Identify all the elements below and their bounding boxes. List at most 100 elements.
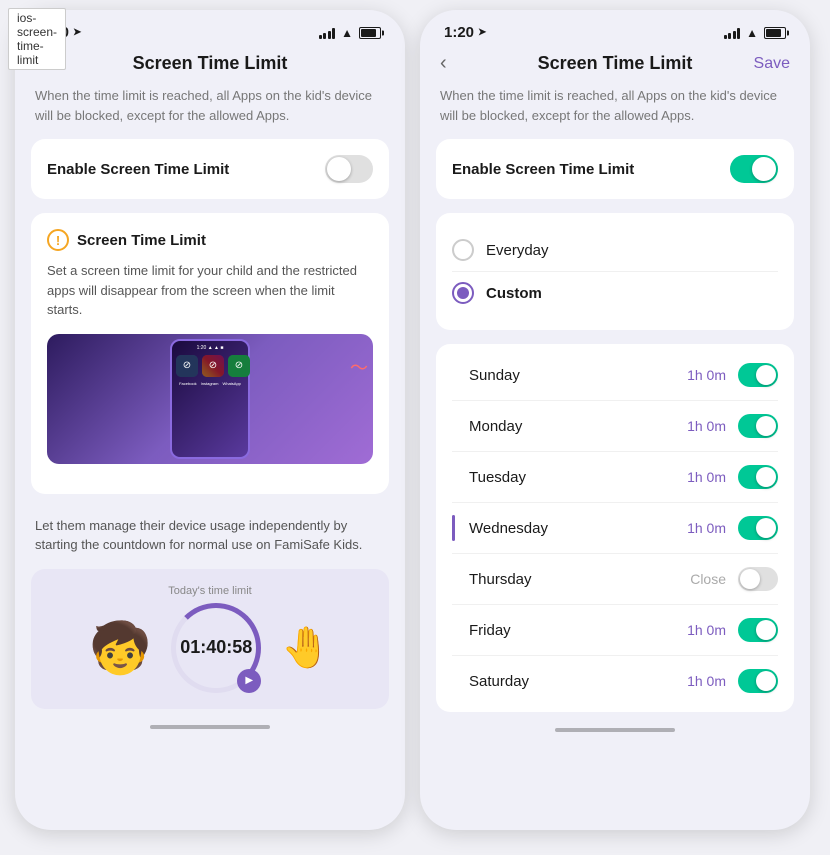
timer-display: 🧒 01:40:58 ▶ 🤚 [89, 603, 331, 693]
monday-indicator [452, 413, 455, 439]
timer-value: 01:40:58 [180, 637, 252, 659]
thursday-indicator [452, 566, 455, 592]
slash-overlay-facebook: ⊘ [176, 355, 198, 377]
sunday-indicator [452, 362, 455, 388]
custom-radio-dot [457, 287, 469, 299]
wednesday-time: 1h 0m [687, 520, 726, 536]
table-row: Saturday 1h 0m [452, 656, 778, 706]
wednesday-label: Wednesday [469, 520, 687, 537]
right-toggle-label: Enable Screen Time Limit [452, 161, 634, 178]
friday-indicator [452, 617, 455, 643]
table-row: Tuesday 1h 0m [452, 452, 778, 502]
right-status-time: 1:20 ➤ [444, 24, 486, 41]
tuesday-label: Tuesday [469, 469, 687, 486]
tuesday-indicator [452, 464, 455, 490]
right-signal-bars-icon [724, 27, 741, 39]
left-nav-bar: ‹ Screen Time Limit [15, 47, 405, 84]
friday-time: 1h 0m [687, 622, 726, 638]
right-nav-title: Screen Time Limit [538, 53, 693, 74]
thursday-label: Thursday [469, 571, 690, 588]
whatsapp-icon: ⊘ [228, 355, 250, 377]
right-toggle-card: Enable Screen Time Limit [436, 139, 794, 199]
saturday-toggle[interactable] [738, 669, 778, 693]
monday-time: 1h 0m [687, 418, 726, 434]
saturday-label: Saturday [469, 673, 687, 690]
right-enable-toggle[interactable] [730, 155, 778, 183]
schedule-type-card: Everyday Custom [436, 213, 794, 330]
left-info-title-row: ! Screen Time Limit [47, 229, 373, 251]
everyday-radio-row[interactable]: Everyday [452, 229, 778, 271]
squiggle-decoration: 〜 [350, 354, 368, 380]
right-description: When the time limit is reached, all Apps… [420, 84, 810, 139]
table-row: Monday 1h 0m [452, 401, 778, 451]
phone-mockup: 1:20 ▲ ▲ ■ ⊘ ⊘ ⊘ FacebookInstagramW [47, 334, 373, 464]
phone-inner: 1:20 ▲ ▲ ■ ⊘ ⊘ ⊘ FacebookInstagramW [170, 339, 250, 459]
sunday-toggle[interactable] [738, 363, 778, 387]
monday-label: Monday [469, 418, 687, 435]
custom-radio-circle[interactable] [452, 282, 474, 304]
right-battery-icon [764, 27, 786, 39]
table-row: Thursday Close [452, 554, 778, 604]
right-phone: 1:20 ➤ ▲ ‹ Screen Time Limit Save When t… [420, 10, 815, 840]
left-status-icons: ▲ [319, 26, 381, 40]
timer-circle: 01:40:58 ▶ [171, 603, 261, 693]
timer-play-button[interactable]: ▶ [237, 669, 261, 693]
left-status-bar: 1:20 ➤ ▲ [15, 10, 405, 47]
left-info-text: Set a screen time limit for your child a… [47, 261, 373, 320]
right-save-button[interactable]: Save [754, 55, 790, 73]
left-home-indicator [150, 725, 270, 729]
left-phone: 1:20 ➤ ▲ ‹ Screen Time Limit When the ti… [15, 10, 410, 840]
table-row: Wednesday 1h 0m [452, 503, 778, 553]
wifi-icon: ▲ [341, 26, 353, 40]
instagram-icon: ⊘ [202, 355, 224, 377]
location-arrow-icon: ➤ [73, 27, 81, 38]
app-icons-grid: ⊘ ⊘ ⊘ [176, 355, 244, 377]
timer-section: Today's time limit 🧒 01:40:58 ▶ 🤚 [31, 569, 389, 709]
page-tag: ios-screen-time-limit [8, 8, 66, 70]
right-home-indicator [555, 728, 675, 732]
phone-inner-status: 1:20 ▲ ▲ ■ [176, 345, 244, 351]
table-row: Sunday 1h 0m [452, 350, 778, 400]
left-toggle-label: Enable Screen Time Limit [47, 161, 229, 178]
signal-bars-icon [319, 27, 336, 39]
everyday-radio-circle[interactable] [452, 239, 474, 261]
child-figure-icon: 🧒 [89, 623, 151, 673]
sunday-time: 1h 0m [687, 367, 726, 383]
slash-overlay-whatsapp: ⊘ [228, 355, 250, 377]
right-location-arrow-icon: ➤ [478, 27, 486, 38]
right-nav-bar: ‹ Screen Time Limit Save [420, 47, 810, 84]
timer-label: Today's time limit [168, 585, 251, 597]
everyday-label: Everyday [486, 242, 549, 259]
days-card: Sunday 1h 0m Monday 1h 0m Tuesday [436, 344, 794, 712]
saturday-indicator [452, 668, 455, 694]
right-back-button[interactable]: ‹ [440, 52, 447, 75]
left-nav-title: Screen Time Limit [133, 53, 288, 74]
right-status-icons: ▲ [724, 26, 786, 40]
right-wifi-icon: ▲ [746, 26, 758, 40]
custom-radio-row[interactable]: Custom [452, 272, 778, 314]
saturday-time: 1h 0m [687, 673, 726, 689]
let-manage-text: Let them manage their device usage indep… [15, 508, 405, 569]
table-row: Friday 1h 0m [452, 605, 778, 655]
tuesday-toggle[interactable] [738, 465, 778, 489]
battery-icon [359, 27, 381, 39]
left-toggle-card: Enable Screen Time Limit [31, 139, 389, 199]
wednesday-toggle[interactable] [738, 516, 778, 540]
friday-toggle[interactable] [738, 618, 778, 642]
left-enable-toggle[interactable] [325, 155, 373, 183]
tuesday-time: 1h 0m [687, 469, 726, 485]
warning-icon: ! [47, 229, 69, 251]
right-status-bar: 1:20 ➤ ▲ [420, 10, 810, 47]
monday-toggle[interactable] [738, 414, 778, 438]
friday-label: Friday [469, 622, 687, 639]
facebook-icon: ⊘ [176, 355, 198, 377]
left-description: When the time limit is reached, all Apps… [15, 84, 405, 139]
slash-overlay-instagram: ⊘ [202, 355, 224, 377]
thursday-toggle[interactable] [738, 567, 778, 591]
left-info-title-text: Screen Time Limit [77, 232, 206, 249]
hand-figure-icon: 🤚 [281, 624, 331, 671]
left-info-card: ! Screen Time Limit Set a screen time li… [31, 213, 389, 494]
custom-label: Custom [486, 285, 542, 302]
sunday-label: Sunday [469, 367, 687, 384]
wednesday-indicator [452, 515, 455, 541]
